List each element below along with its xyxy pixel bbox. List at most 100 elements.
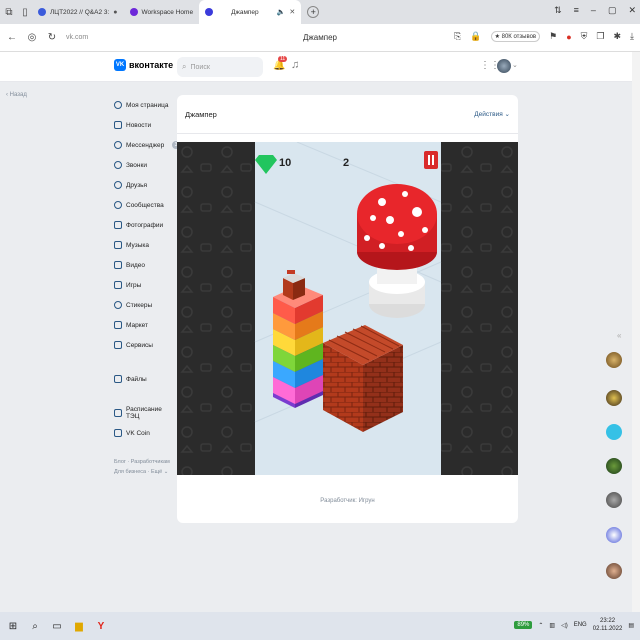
pause-icon[interactable] bbox=[424, 151, 438, 169]
sidebar-item-video[interactable]: Видео bbox=[114, 255, 176, 275]
sidebar-item-label: VK Coin bbox=[126, 429, 150, 437]
windows-start-icon[interactable]: ⊞ bbox=[4, 617, 22, 635]
friend-avatar[interactable] bbox=[606, 424, 622, 440]
mute-icon[interactable]: 🔈 bbox=[277, 8, 286, 16]
friend-avatar[interactable] bbox=[606, 390, 622, 406]
menu-icon[interactable]: ≡ bbox=[574, 5, 579, 16]
sidebar-item-vk-coin[interactable]: VK Coin bbox=[114, 423, 176, 443]
friend-avatar[interactable] bbox=[606, 563, 622, 579]
sidebar-item-music[interactable]: Музыка bbox=[114, 235, 176, 255]
file-icon bbox=[114, 375, 122, 383]
search-box[interactable]: ⌕ bbox=[177, 57, 263, 77]
game-canvas[interactable]: 10 2 bbox=[177, 142, 518, 475]
search-input[interactable] bbox=[190, 63, 261, 71]
sidebar-item-label: Расписание ТЭЦ bbox=[126, 406, 162, 420]
notification-count: 11 bbox=[278, 56, 288, 62]
new-tab-button[interactable]: + bbox=[307, 6, 320, 18]
lock-icon[interactable]: 🔒 bbox=[470, 31, 481, 42]
sidebar-item-label: Музыка bbox=[126, 241, 149, 249]
sidebar-item-messenger[interactable]: Мессенджер 3 bbox=[114, 135, 180, 155]
sidebar-item-label: Сообщества bbox=[126, 201, 164, 209]
search-icon[interactable]: ⌕ bbox=[26, 617, 44, 635]
sidebar-item-files[interactable]: Файлы bbox=[114, 369, 176, 389]
sidebar-item-market[interactable]: Маркет bbox=[114, 315, 176, 335]
games-icon bbox=[114, 281, 122, 289]
avatar[interactable] bbox=[497, 59, 511, 73]
sidebar-item-communities[interactable]: Сообщества bbox=[114, 195, 176, 215]
footer-links[interactable]: Блог · Разработчикам bbox=[114, 457, 176, 467]
notifications-bell-icon[interactable]: 🔔 11 bbox=[273, 56, 288, 71]
vk-logo-icon: VK bbox=[114, 59, 126, 71]
video-icon bbox=[114, 261, 122, 269]
back-label: Назад bbox=[9, 92, 27, 98]
notifications-icon[interactable]: ▤ bbox=[628, 622, 634, 629]
sidebar-item-my-page[interactable]: Моя страница bbox=[114, 95, 176, 115]
puzzle-icon[interactable]: ✱ bbox=[613, 31, 621, 42]
collections-icon[interactable]: ❐ bbox=[596, 31, 604, 42]
translate-icon[interactable]: ⎘ bbox=[454, 31, 461, 42]
battery-indicator[interactable]: 89% bbox=[514, 621, 533, 629]
clock[interactable]: 23:22 02.11.2022 bbox=[593, 617, 623, 633]
yandex-browser-icon[interactable]: Y bbox=[92, 617, 110, 635]
app-card: Джампер Действия ⌄ 10 2 Разработчик: Игр… bbox=[177, 95, 518, 523]
extension-icon[interactable]: ● bbox=[566, 32, 571, 42]
sidebar-item-friends[interactable]: Друзья bbox=[114, 175, 176, 195]
shield-ext-icon[interactable]: ⛨ bbox=[581, 31, 588, 42]
window-icon[interactable]: ⧉ bbox=[2, 5, 16, 19]
network-icon[interactable]: ▥ bbox=[549, 622, 555, 629]
volume-icon[interactable]: ◁) bbox=[561, 622, 568, 629]
tab-lct2022[interactable]: ЛЦТ2022 // Q&A2 3: ● bbox=[32, 0, 124, 24]
page-scrollbar[interactable] bbox=[632, 52, 640, 612]
bookmark-icon[interactable]: ⚑ bbox=[549, 31, 557, 42]
windows-taskbar: ⊞ ⌕ ▭ ▆ Y 89% ⌃ ▥ ◁) ENG 23:22 02.11.202… bbox=[0, 612, 640, 640]
browser-tab-bar: ⧉ ▯ ЛЦТ2022 // Q&A2 3: ● Workspace Home … bbox=[0, 0, 640, 24]
clock-date: 02.11.2022 bbox=[592, 626, 623, 632]
rainbow-tower bbox=[273, 285, 323, 408]
sidebar-item-games[interactable]: Игры bbox=[114, 275, 176, 295]
minimize-icon[interactable]: – bbox=[591, 5, 596, 16]
sidebar-item-services[interactable]: Сервисы bbox=[114, 335, 176, 355]
actions-dropdown[interactable]: Действия ⌄ bbox=[474, 110, 510, 118]
sidebar-item-stickers[interactable]: Стикеры bbox=[114, 295, 176, 315]
friend-avatar[interactable] bbox=[606, 458, 622, 474]
restore-icon[interactable]: ▢ bbox=[608, 5, 617, 16]
file-explorer-icon[interactable]: ▆ bbox=[70, 617, 88, 635]
close-window-icon[interactable]: ✕ bbox=[628, 5, 636, 16]
divider bbox=[177, 133, 518, 134]
friend-avatar[interactable] bbox=[606, 352, 622, 368]
sync-icon[interactable]: ⇅ bbox=[554, 5, 562, 16]
market-bag-icon bbox=[114, 321, 122, 329]
developer-credit[interactable]: Разработчик: Игрун bbox=[177, 498, 518, 504]
sidebar-item-photos[interactable]: Фотографии bbox=[114, 215, 176, 235]
back-link[interactable]: ‹ Назад bbox=[6, 92, 27, 98]
pause-button[interactable] bbox=[424, 151, 438, 169]
address-bar: ← ◎ ↻ vk.com Джампер ⎘ 🔒 ★ 80К отзывов ⚑… bbox=[0, 24, 640, 52]
close-icon[interactable]: ✕ bbox=[289, 8, 295, 16]
music-icon[interactable]: ♫ bbox=[291, 59, 299, 71]
chevron-up-icon[interactable]: ⌃ bbox=[538, 622, 543, 629]
reviews-badge[interactable]: ★ 80К отзывов bbox=[490, 31, 541, 42]
communities-icon bbox=[114, 201, 122, 209]
tab-jumper[interactable]: Джампер 🔈 ✕ bbox=[199, 0, 302, 24]
vk-logo[interactable]: VK вконтакте bbox=[114, 59, 173, 71]
tab-workspace-home[interactable]: Workspace Home bbox=[124, 0, 200, 24]
sidebar-item-label: Друзья bbox=[126, 181, 148, 189]
sidebar-item-label: Файлы bbox=[126, 375, 147, 383]
mushroom-platform bbox=[357, 184, 437, 318]
chevron-down-icon[interactable]: ⌄ bbox=[512, 61, 518, 69]
language-indicator[interactable]: ENG bbox=[574, 622, 587, 628]
page-icon[interactable]: ▯ bbox=[18, 5, 32, 19]
sidebar-item-calls[interactable]: Звонки bbox=[114, 155, 176, 175]
footer-links[interactable]: Для бизнеса · Ещё ⌄ bbox=[114, 467, 176, 477]
task-view-icon[interactable]: ▭ bbox=[48, 617, 66, 635]
sidebar-item-label: Маркет bbox=[126, 321, 149, 329]
sidebar-item-schedule[interactable]: Расписание ТЭЦ bbox=[114, 403, 176, 423]
sidebar-item-news[interactable]: Новости bbox=[114, 115, 176, 135]
friend-avatar[interactable] bbox=[606, 527, 622, 543]
sidebar-item-label: Стикеры bbox=[126, 301, 153, 309]
game-scene[interactable]: 10 2 bbox=[177, 142, 518, 475]
collapse-chevron-icon[interactable]: « bbox=[617, 331, 621, 340]
download-icon[interactable]: ⤓ bbox=[630, 31, 634, 42]
friend-avatar[interactable] bbox=[606, 492, 622, 508]
left-sidebar: Моя страница Новости Мессенджер 3 Звонки … bbox=[114, 95, 180, 477]
